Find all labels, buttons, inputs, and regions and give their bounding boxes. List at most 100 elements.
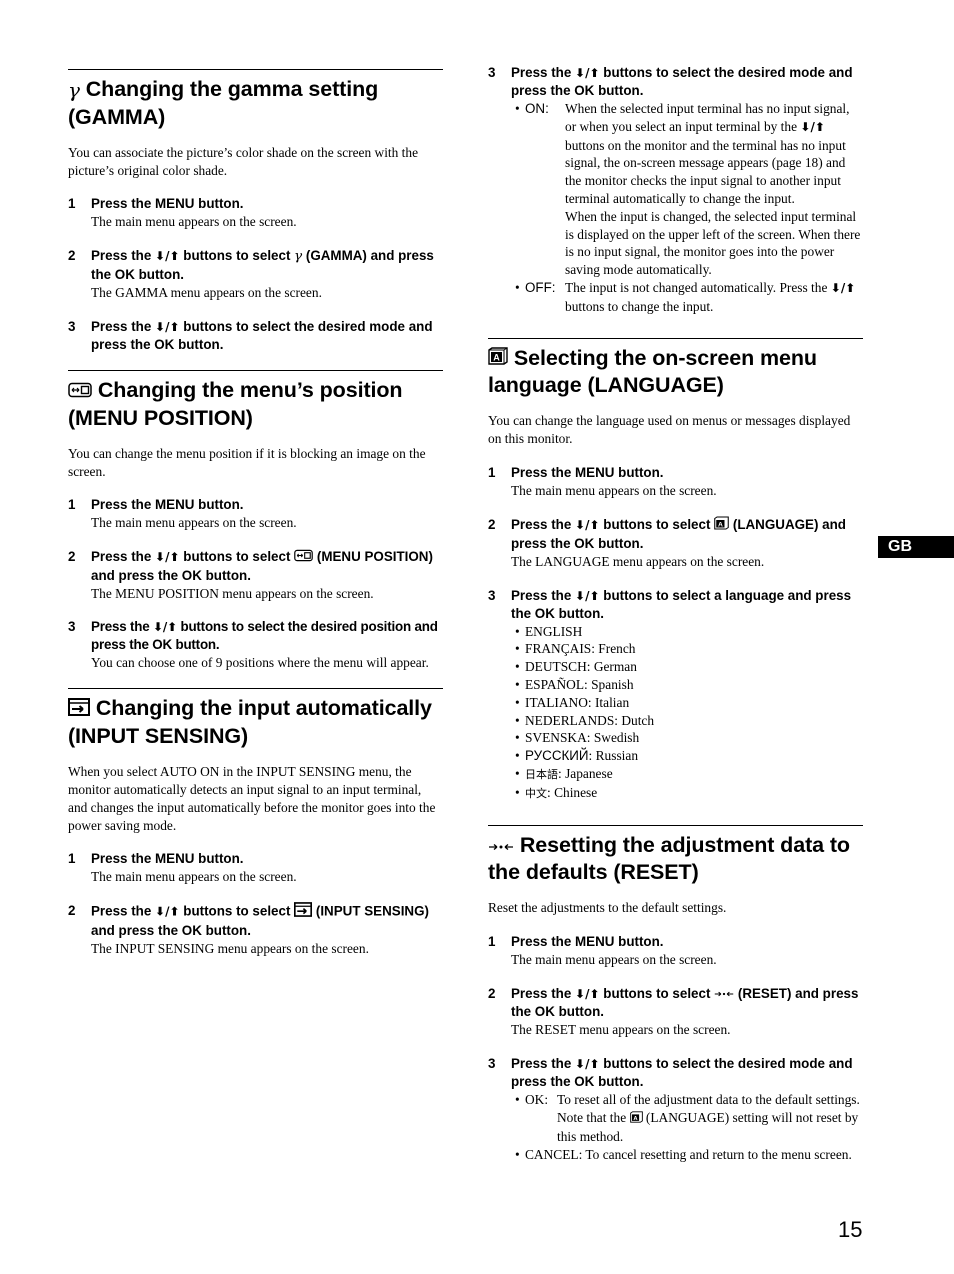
step-title: Press the ⬇/⬆ buttons to select the desi…: [511, 1055, 863, 1091]
step-title: Press the ⬇/⬆ buttons to select the desi…: [91, 618, 443, 654]
language-item: FRANÇAIS: French: [511, 640, 863, 658]
text: Press the: [511, 65, 572, 80]
step-number: 3: [488, 587, 496, 603]
down-up-arrows-icon: ⬇/⬆: [155, 320, 180, 335]
step: 2 Press the ⬇/⬆ buttons to select A (LAN…: [488, 516, 863, 571]
text: Press the: [91, 619, 150, 635]
intro-text: When you select AUTO ON in the INPUT SEN…: [68, 764, 436, 833]
down-up-arrows-icon: ⬇/⬆: [575, 1057, 600, 1072]
step: 1 Press the MENU button. The main menu a…: [488, 464, 863, 500]
down-up-arrows-icon: ⬇/⬆: [575, 66, 600, 80]
step: 1 Press the MENU button. The main menu a…: [488, 933, 863, 969]
step-description: The main menu appears on the screen.: [511, 482, 717, 498]
step-title: Press the ⬇/⬆ buttons to select the desi…: [91, 318, 443, 354]
step-number: 1: [68, 497, 76, 513]
heading-text: Resetting the adjustment data to the def…: [488, 832, 850, 885]
language-list: ENGLISH FRANÇAIS: French DEUTSCH: German…: [511, 623, 863, 803]
intro-text: You can change the menu position if it i…: [68, 445, 426, 479]
language-english: : French: [591, 641, 636, 657]
step-description: The main menu appears on the screen.: [91, 214, 297, 230]
option-item: OFF: The input is not changed automatica…: [511, 279, 863, 316]
step: 1 Press the MENU button. The main menu a…: [68, 195, 443, 231]
down-up-arrows-icon: ⬇/⬆: [153, 620, 177, 635]
step-number: 1: [68, 851, 76, 867]
reset-icon: [714, 985, 734, 1003]
step-number: 1: [68, 196, 76, 212]
text: The input is not changed automatically. …: [565, 279, 828, 295]
step-number: 1: [488, 464, 496, 480]
option-description: When the selected input terminal has no …: [565, 100, 863, 279]
language-english: : Russian: [588, 748, 639, 764]
step: 3 Press the ⬇/⬆ buttons to select the de…: [68, 318, 443, 354]
language-item: 中文: Chinese: [511, 784, 863, 803]
down-up-arrows-icon: ⬇/⬆: [575, 588, 600, 603]
step-number: 3: [488, 65, 496, 80]
text: Press the: [91, 319, 152, 335]
option-list: ON: When the selected input terminal has…: [511, 100, 863, 316]
heading-text: Changing the gamma setting (GAMMA): [68, 77, 379, 129]
text: Press the: [511, 985, 572, 1001]
language-icon: A: [488, 345, 508, 372]
section-menu-position: Changing the menu’s position (MENU POSIT…: [68, 370, 443, 672]
down-up-arrows-icon: ⬇/⬆: [155, 550, 180, 565]
heading-text: Changing the menu’s position (MENU POSIT…: [68, 378, 403, 430]
section-heading: A Selecting the on-screen menu language …: [488, 345, 863, 400]
step-number: 2: [488, 985, 496, 1001]
section-heading: Resetting the adjustment data to the def…: [488, 832, 863, 887]
down-up-arrows-icon: ⬇/⬆: [575, 986, 600, 1001]
step: 3 Press the ⬇/⬆ buttons to select a lang…: [488, 587, 863, 803]
svg-text:A: A: [493, 353, 500, 363]
gamma-icon: γ: [68, 77, 80, 102]
step: 3 Press the ⬇/⬆ buttons to select the de…: [488, 64, 863, 316]
text: buttons to select: [183, 549, 291, 565]
language-native: NEDERLANDS: [525, 712, 615, 728]
step-description: The RESET menu appears on the screen.: [511, 1022, 731, 1038]
language-item: DEUTSCH: German: [511, 658, 863, 676]
text: Press the: [511, 587, 572, 603]
step-description: The main menu appears on the screen.: [511, 952, 717, 968]
gamma-icon: γ: [294, 249, 303, 265]
step-title: Press the MENU button.: [511, 464, 664, 480]
section-reset: Resetting the adjustment data to the def…: [488, 824, 863, 1164]
text: buttons to select: [603, 985, 711, 1001]
step-number: 3: [68, 619, 76, 635]
step-title: Press the ⬇/⬆ buttons to select (MENU PO…: [91, 548, 443, 584]
input-sensing-icon: [68, 696, 90, 723]
svg-text:A: A: [718, 521, 723, 528]
heading-text: Selecting the on-screen menu language (L…: [488, 345, 817, 398]
text: Press the: [511, 516, 572, 532]
left-column: γ Changing the gamma setting (GAMMA) You…: [68, 69, 443, 974]
text: When the input is changed, the selected …: [565, 208, 861, 278]
language-item: ITALIANO: Italian: [511, 694, 863, 712]
step-title: Press the ⬇/⬆ buttons to select γ (GAMMA…: [91, 247, 443, 284]
language-item: NEDERLANDS: Dutch: [511, 712, 863, 730]
step-number: 3: [488, 1056, 496, 1072]
step-description: The GAMMA menu appears on the screen.: [91, 285, 322, 301]
step: 2 Press the ⬇/⬆ buttons to select (RESET…: [488, 985, 863, 1039]
step-title: Press the ⬇/⬆ buttons to select (RESET) …: [511, 985, 863, 1021]
language-english: : Chinese: [547, 784, 598, 800]
step: 1 Press the MENU button. The main menu a…: [68, 850, 443, 886]
language-english: : Dutch: [614, 712, 655, 728]
language-english: : Spanish: [584, 676, 634, 692]
section-heading: γ Changing the gamma setting (GAMMA): [68, 76, 443, 131]
step-description: You can choose one of 9 positions where …: [91, 655, 429, 671]
step-title: Press the MENU button.: [511, 934, 664, 950]
text: Press the: [91, 903, 152, 919]
language-native: ITALIANO: [525, 694, 588, 710]
language-item: ESPAÑOL: Spanish: [511, 676, 863, 694]
input-sensing-icon: [294, 902, 313, 922]
option-description: To reset all of the adjustment data to t…: [557, 1091, 863, 1145]
language-icon: A: [714, 516, 729, 535]
option-item: OK: To reset all of the adjustment data …: [511, 1091, 863, 1145]
step-description: The LANGUAGE menu appears on the screen.: [511, 553, 765, 569]
text: buttons to select: [183, 903, 291, 919]
down-up-arrows-icon: ⬇/⬆: [575, 517, 600, 532]
step: 2 Press the ⬇/⬆ buttons to select (MENU …: [68, 548, 443, 602]
step-title: Press the ⬇/⬆ buttons to select a langua…: [511, 587, 863, 623]
option-key: OK:: [525, 1092, 549, 1108]
language-english: : German: [586, 659, 637, 675]
language-native: РУССКИЙ: [525, 748, 589, 764]
text: buttons to change the input.: [565, 298, 714, 314]
option-key: ON:: [525, 101, 549, 116]
